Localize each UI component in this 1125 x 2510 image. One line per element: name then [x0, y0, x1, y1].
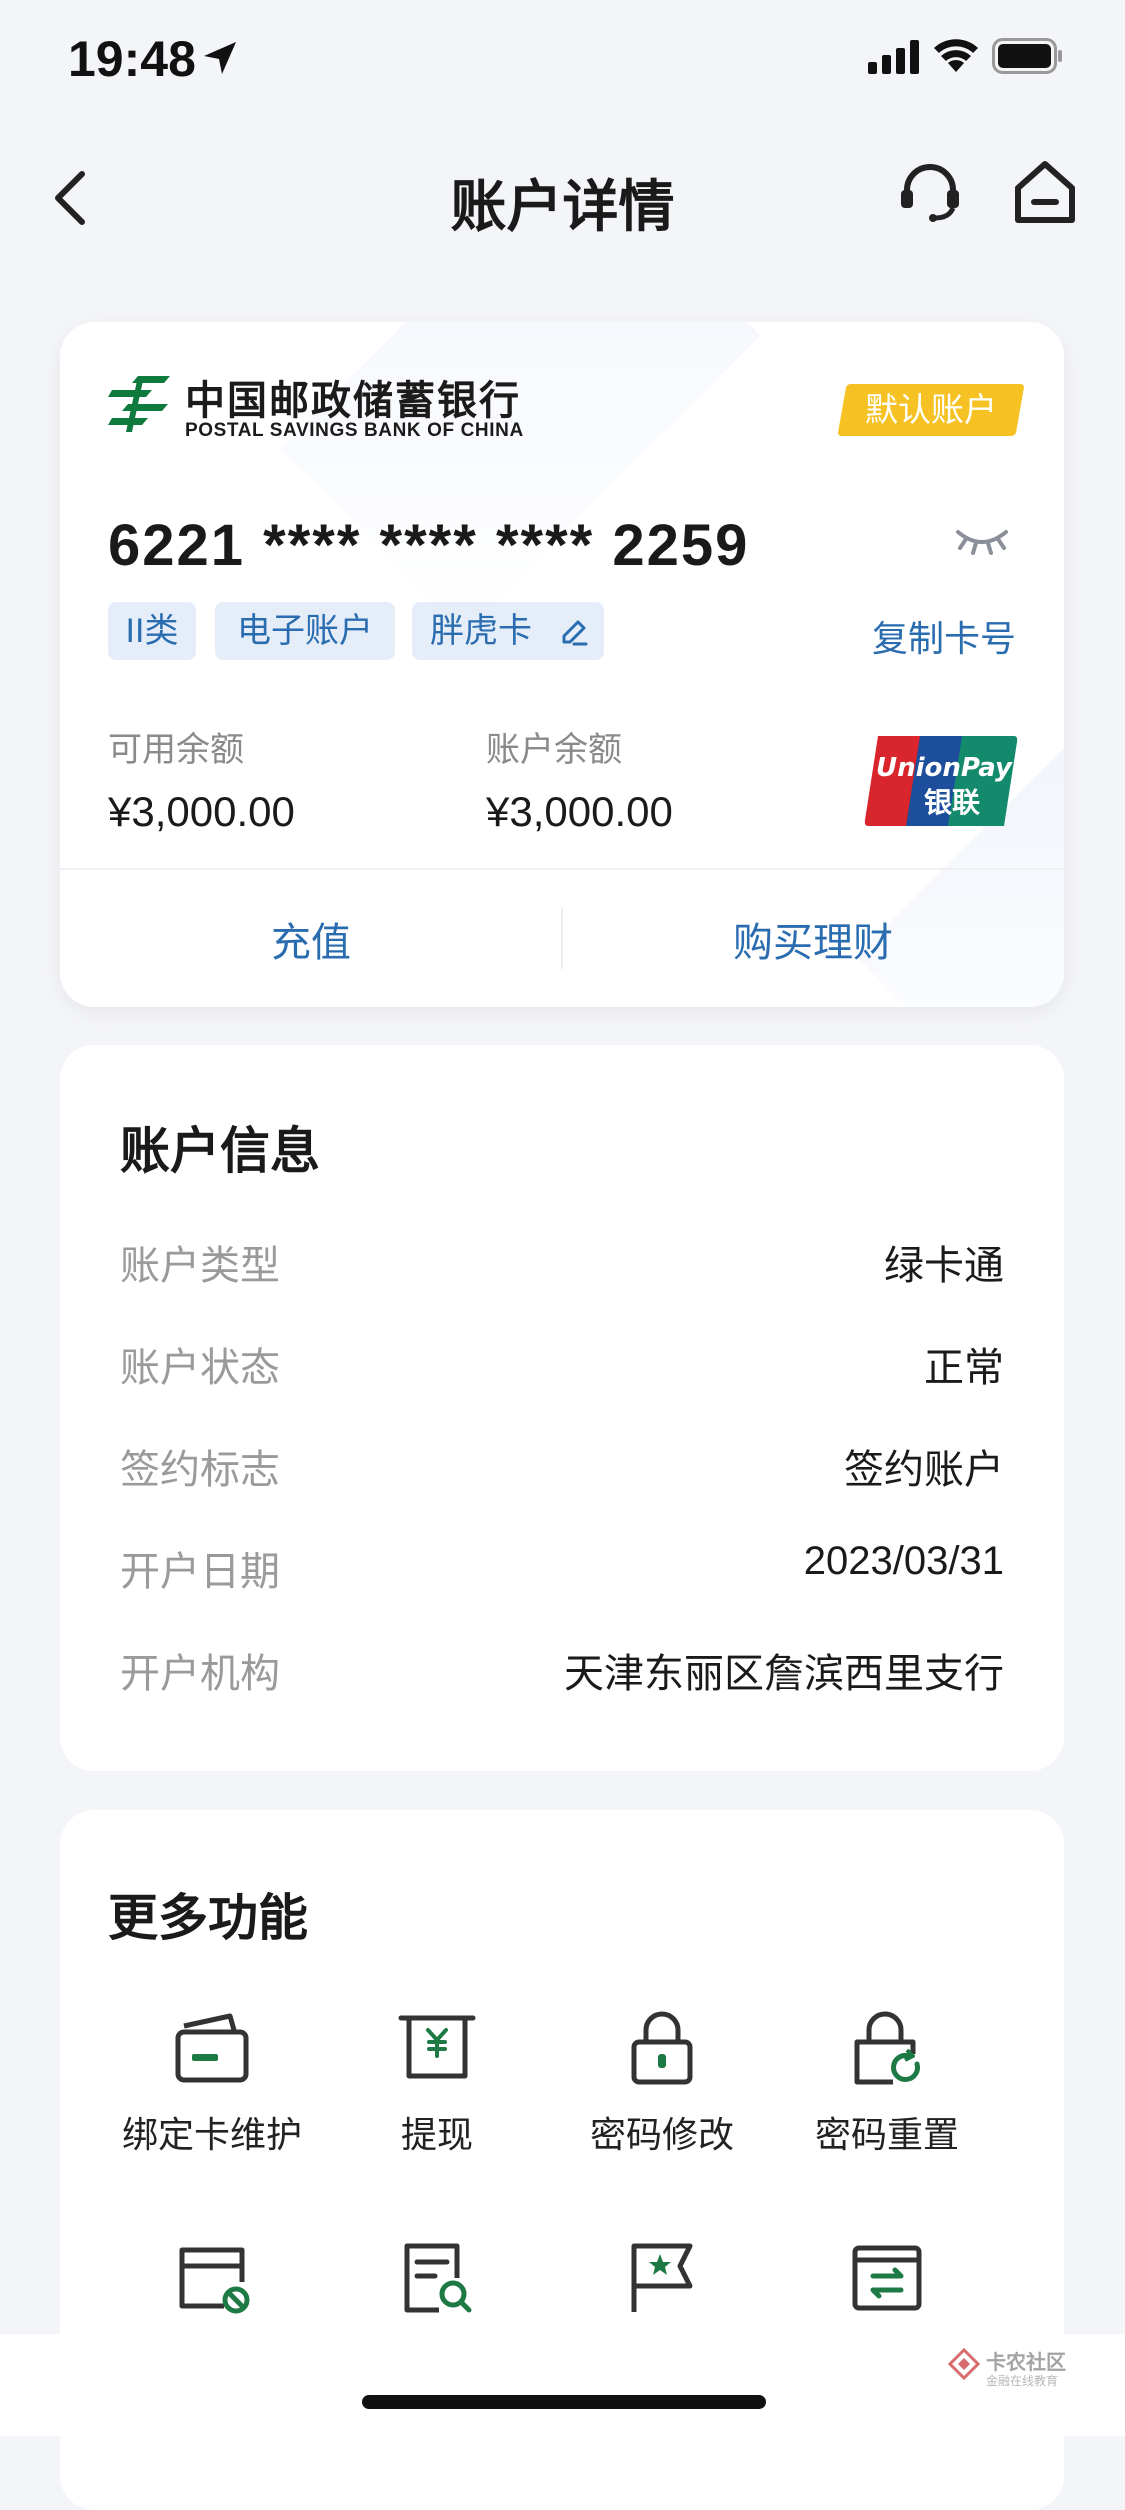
card-cancel-icon	[179, 2247, 250, 2314]
function-withdraw[interactable]: 提现	[317, 2010, 557, 2158]
info-value: 正常	[924, 1346, 1004, 1390]
available-balance-value: ¥3,000.00	[108, 788, 295, 835]
function-item[interactable]	[542, 2240, 782, 2316]
info-key: 签约标志	[120, 1448, 280, 1492]
divider	[60, 868, 1064, 870]
account-balance-label: 账户余额	[486, 731, 622, 769]
edit-pencil-icon[interactable]	[558, 616, 590, 648]
function-item[interactable]	[767, 2240, 1007, 2316]
info-row: 签约标志 签约账户	[120, 1437, 1004, 1497]
status-time: 19:48	[68, 31, 196, 87]
home-indicator[interactable]	[362, 2395, 766, 2409]
card-number: 6221 **** **** **** 2259	[108, 513, 750, 578]
info-row: 账户类型 绿卡通	[120, 1233, 1004, 1293]
watermark-subtitle: 金融在线教育	[986, 2374, 1059, 2388]
info-value: 2023/03/31	[803, 1539, 1004, 1583]
tag-class: II类	[108, 602, 196, 660]
section-title: 账户信息	[120, 1123, 320, 1179]
unionpay-logo-icon: UnionPay 银联	[864, 736, 1018, 826]
document-search-icon	[404, 2243, 472, 2313]
info-row: 开户日期 2023/03/31	[120, 1539, 1004, 1599]
default-account-badge: 默认账户	[837, 384, 1025, 436]
function-label: 密码重置	[814, 2114, 959, 2155]
recharge-button[interactable]: 充值	[60, 910, 562, 968]
svg-text:银联: 银联	[924, 786, 980, 819]
function-bind-card[interactable]: 绑定卡维护	[92, 2010, 332, 2158]
function-label: 绑定卡维护	[121, 2114, 302, 2155]
function-change-password[interactable]: 密码修改	[542, 2010, 782, 2158]
function-label: 密码修改	[589, 2114, 734, 2155]
withdraw-icon	[398, 2015, 476, 2079]
psbc-logo-icon	[108, 376, 170, 432]
info-value: 绿卡通	[884, 1244, 1004, 1288]
available-balance-label: 可用余额	[108, 731, 244, 769]
bank-name-cn: 中国邮政储蓄银行	[185, 379, 521, 423]
tag-electronic-account: 电子账户	[215, 602, 395, 660]
bank-card: 中国邮政储蓄银行 POSTAL SAVINGS BANK OF CHINA 默认…	[60, 322, 1064, 1007]
copy-card-number-button[interactable]: 复制卡号	[872, 610, 1016, 662]
section-title: 更多功能	[108, 1890, 308, 1946]
info-key: 开户日期	[120, 1550, 280, 1594]
info-value: 天津东丽区詹滨西里支行	[564, 1652, 1004, 1696]
function-item[interactable]	[317, 2240, 557, 2316]
function-reset-password[interactable]: 密码重置	[767, 2010, 1007, 2158]
status-bar: 19:48	[0, 0, 1125, 120]
lock-icon	[631, 2011, 693, 2085]
bind-card-icon	[175, 2013, 249, 2083]
tag-nickname-label: 胖虎卡	[430, 612, 532, 650]
nav-bar: 账户详情	[0, 140, 1125, 250]
info-key: 账户状态	[120, 1346, 280, 1390]
cellular-signal-icon	[868, 40, 919, 74]
account-info-section: 账户信息 账户类型 绿卡通 账户状态 正常 签约标志 签约账户 开户日期 202…	[60, 1045, 1064, 1771]
wifi-icon	[934, 39, 978, 72]
info-row: 账户状态 正常	[120, 1335, 1004, 1395]
lock-reset-icon	[854, 2011, 920, 2085]
watermark-logo-icon	[948, 2348, 980, 2380]
eye-closed-icon[interactable]	[954, 524, 1010, 556]
tag-card-nickname[interactable]: 胖虎卡	[412, 602, 604, 660]
info-key: 开户机构	[120, 1652, 280, 1696]
info-value: 签约账户	[844, 1448, 1004, 1492]
function-label: 提现	[400, 2114, 473, 2155]
info-row: 开户机构 天津东丽区詹滨西里支行	[120, 1641, 1004, 1701]
location-arrow-icon	[204, 42, 236, 74]
buy-wealth-button[interactable]: 购买理财	[562, 910, 1064, 968]
battery-icon	[992, 38, 1062, 74]
info-key: 账户类型	[120, 1244, 280, 1288]
default-badge-label: 默认账户	[865, 391, 997, 428]
svg-text:UnionPay: UnionPay	[876, 753, 1013, 783]
bank-name-en: POSTAL SAVINGS BANK OF CHINA	[185, 420, 524, 441]
home-icon[interactable]	[1010, 156, 1080, 230]
watermark: 卡农社区 金融在线教育	[948, 2344, 1118, 2392]
function-item[interactable]	[92, 2240, 332, 2316]
account-balance-value: ¥3,000.00	[486, 788, 673, 835]
card-transfer-icon	[852, 2245, 922, 2311]
customer-service-headset-icon[interactable]	[895, 158, 965, 228]
watermark-title: 卡农社区	[986, 2352, 1066, 2374]
flag-star-icon	[631, 2243, 693, 2312]
